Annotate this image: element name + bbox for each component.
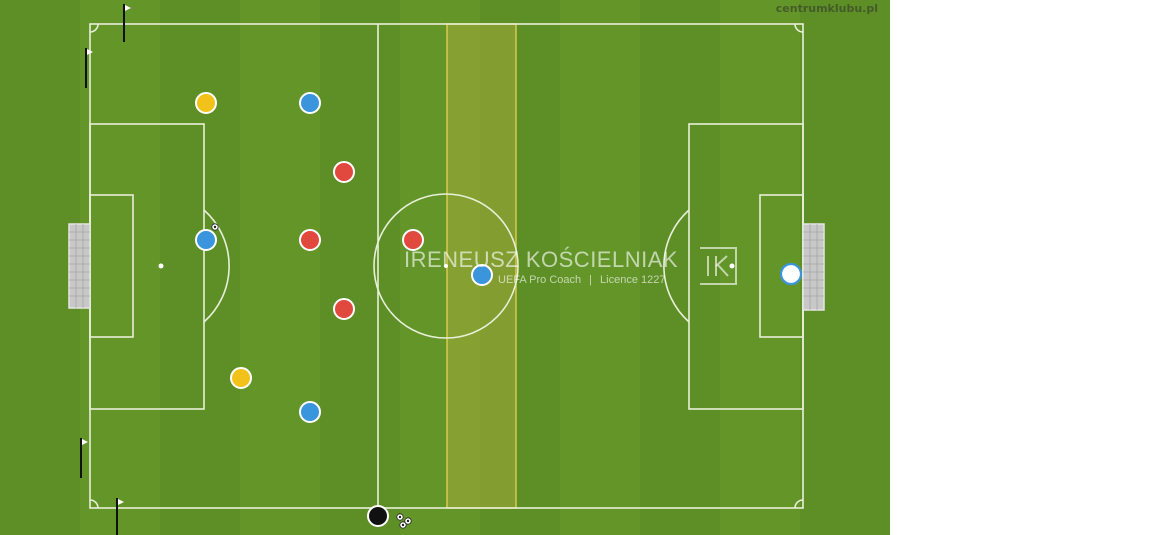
player-red[interactable] bbox=[333, 298, 355, 320]
player-red[interactable] bbox=[299, 229, 321, 251]
site-watermark: centrumklubu.pl bbox=[775, 2, 878, 15]
separator: | bbox=[589, 274, 593, 286]
left-goal bbox=[68, 223, 91, 309]
player-blue[interactable] bbox=[299, 401, 321, 423]
ball bbox=[211, 223, 219, 231]
coach-name-watermark: IRENEUSZ KOŚCIELNIAK bbox=[404, 247, 679, 272]
player-blue[interactable] bbox=[299, 92, 321, 114]
ik-logo-icon bbox=[700, 247, 737, 285]
goalkeeper-white[interactable] bbox=[779, 262, 803, 286]
ball bbox=[404, 517, 412, 525]
coach-licence: Licence 1227 bbox=[600, 274, 666, 286]
coach-title: UEFA Pro Coach bbox=[498, 274, 582, 286]
right-goal bbox=[802, 223, 825, 311]
left-penalty-spot bbox=[158, 263, 164, 269]
ball bbox=[396, 513, 404, 521]
coach-subtitle: UEFA Pro Coach | Licence 1227 bbox=[498, 274, 665, 286]
player-red[interactable] bbox=[333, 161, 355, 183]
player-blue[interactable] bbox=[195, 229, 217, 251]
player-yellow[interactable] bbox=[195, 92, 217, 114]
pitch-area: centrumklubu.pl IRENEUSZ KOŚCIELNIAK UEF… bbox=[0, 0, 890, 535]
player-yellow[interactable] bbox=[230, 367, 252, 389]
coach-black[interactable] bbox=[367, 505, 389, 527]
